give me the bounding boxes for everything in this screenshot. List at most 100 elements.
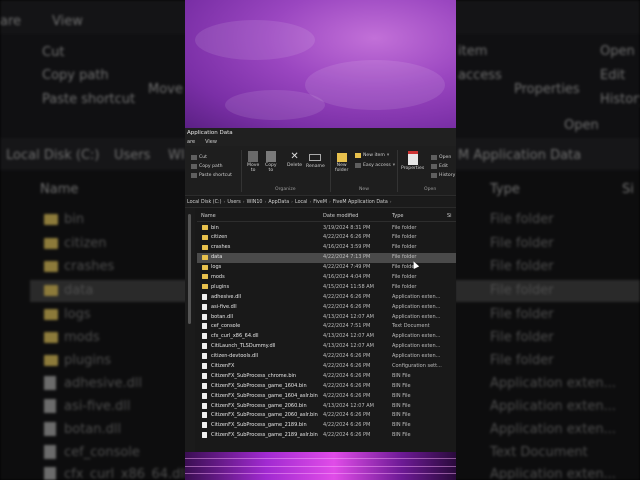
new-folder-button[interactable]: New folder [335,151,348,173]
breadcrumb-item[interactable]: AppData [268,200,289,205]
paste-shortcut-button[interactable]: Paste shortcut [191,173,232,178]
bg-item: botan.dll [64,422,122,437]
cut-button[interactable]: Cut [191,155,207,160]
file-date: 4/22/2024 6:26 PM [323,293,371,300]
bg-file-icon [44,445,56,459]
file-date: 4/22/2024 6:26 PM [323,234,371,241]
move-to-label: Move to [247,163,260,173]
menu-view[interactable]: View [205,139,217,145]
history-button[interactable]: History [431,173,455,178]
file-row[interactable]: CitizenFX_SubProcess_game_1604_aslr.bin 4… [197,391,456,401]
file-date: 4/22/2024 6:26 PM [323,422,371,429]
folder-icon [202,284,208,290]
file-icon [202,343,207,350]
delete-button[interactable]: ✕ Delete [287,151,302,168]
cut-label: Cut [199,155,207,160]
bg-type: File folder [490,353,554,368]
bg-type: Application exten... [490,422,616,437]
bg-folder-icon [44,238,58,249]
file-row[interactable]: mods 4/16/2024 4:04 PM File folder [197,272,456,282]
file-name: citizen [211,234,228,241]
file-name: CitizenFX_SubProcess_game_2189.bin [211,422,307,429]
file-name: bin [211,224,219,231]
file-date: 4/13/2024 12:07 AM [323,402,374,409]
file-row[interactable]: CitizenFX_SubProcess_game_2189_aslr.bin 4… [197,431,456,441]
file-row[interactable]: adhesive.dll 4/22/2024 6:26 PM Application… [197,292,456,302]
file-row[interactable]: asi-five.dll 4/22/2024 6:26 PM Application… [197,302,456,312]
paste-shortcut-icon [191,173,197,178]
bg-folder-icon [44,285,58,296]
copy-to-label: Copy to [265,163,277,173]
file-name: botan.dll [211,313,233,320]
file-type: File folder [392,273,417,280]
file-row[interactable]: CitizenFX_SubProcess_game_1604.bin 4/22/2… [197,381,456,391]
move-to-button[interactable]: Move to [247,151,259,173]
file-row[interactable]: CitizenFX 4/22/2024 6:26 PM Configuration … [197,361,456,371]
file-name: CitizenFX_SubProcess_game_2060_aslr.bin [211,412,318,419]
rename-button[interactable]: Rename [306,151,325,169]
bg-crumb: Local Disk (C:) [6,148,100,163]
breadcrumb-item[interactable]: Users [227,200,240,205]
column-header-type[interactable]: Type [392,213,403,219]
bg-item: citizen [64,236,107,251]
copy-to-button[interactable]: Copy to [265,151,277,173]
file-row[interactable]: plugins 4/15/2024 11:58 AM File folder [197,282,456,292]
new-item-button[interactable]: New item ▾ [355,153,389,158]
file-row[interactable]: bin 3/19/2024 8:31 PM File folder [197,223,456,233]
cloud [305,60,445,110]
file-row[interactable]: CitizenFX_SubProcess_game_2189.bin 4/22/2… [197,421,456,431]
bg-item: adhesive.dll [64,376,143,391]
easy-access-button[interactable]: Easy access ▾ [355,163,395,168]
copy-to-icon [265,151,276,162]
file-type: File folder [392,244,417,251]
file-date: 4/22/2024 6:26 PM [323,392,371,399]
bg-type: File folder [490,307,554,322]
file-row[interactable]: CitizenFX_SubProcess_game_2060_aslr.bin 4… [197,411,456,421]
file-name: mods [211,273,225,280]
breadcrumb-item[interactable]: Local [295,200,307,205]
file-row[interactable]: cfx_curl_x86_64.dll 4/13/2024 12:07 AM App… [197,332,456,342]
file-row[interactable]: citizen 4/22/2024 6:26 PM File folder [197,233,456,243]
bg-item: asi-five.dll [64,399,131,414]
breadcrumb-item[interactable]: WIN10 [247,200,263,205]
copy-path-button[interactable]: Copy path [191,164,223,169]
file-type: Application exten... [392,313,441,320]
file-name: data [211,254,223,261]
copy-path-icon [191,164,197,169]
file-row[interactable]: CitiLaunch_TLSDummy.dll 4/13/2024 12:07 A… [197,342,456,352]
column-header-name[interactable]: Name [201,213,216,219]
column-header-size[interactable]: Si [447,213,452,219]
breadcrumb-item[interactable]: FiveM Application Data [333,200,388,205]
breadcrumb-item[interactable]: Local Disk (C:) [187,200,222,205]
edit-label: Edit [439,164,448,169]
file-row[interactable]: botan.dll 4/13/2024 12:07 AM Application e… [197,312,456,322]
history-label: History [439,173,456,178]
file-row[interactable]: cef_console 4/22/2024 7:51 PM Text Documen… [197,322,456,332]
breadcrumb-item[interactable]: FiveM [313,200,327,205]
file-row[interactable]: crashes 4/16/2024 3:59 PM File folder [197,243,456,253]
file-name: adhesive.dll [211,293,242,300]
file-type: File folder [392,234,417,241]
file-row[interactable]: CitizenFX_SubProcess_chrome.bin 4/22/2024… [197,371,456,381]
file-row[interactable]: CitizenFX_SubProcess_game_2060.bin 4/13/2… [197,401,456,411]
menu-share[interactable]: are [187,139,195,145]
column-header-date[interactable]: Date modified [323,213,358,219]
chevron-down-icon: ▾ [392,163,396,168]
glow-line [185,466,456,467]
address-bar[interactable]: Local Disk (C:) › Users › WIN10 › AppDat… [185,197,456,208]
folder-icon [202,244,208,250]
file-date: 4/13/2024 12:07 AM [323,343,374,350]
bg-type: File folder [490,236,554,251]
file-type: Application exten... [392,343,441,350]
properties-button[interactable]: Properties [401,151,424,171]
bg-type: File folder [490,259,554,274]
open-button[interactable]: Open [431,155,451,160]
edit-button[interactable]: Edit [431,164,448,169]
delete-x-icon: ✕ [290,151,299,162]
file-date: 4/13/2024 12:07 AM [323,333,374,340]
folder-icon [202,274,208,280]
nav-scrollbar[interactable] [188,214,191,324]
ribbon: Cut Copy path Paste shortcut Move to Cop… [185,146,456,196]
file-row[interactable]: citizen-devtools.dll 4/22/2024 6:26 PM App… [197,352,456,362]
chevron-right-icon: › [291,199,293,205]
